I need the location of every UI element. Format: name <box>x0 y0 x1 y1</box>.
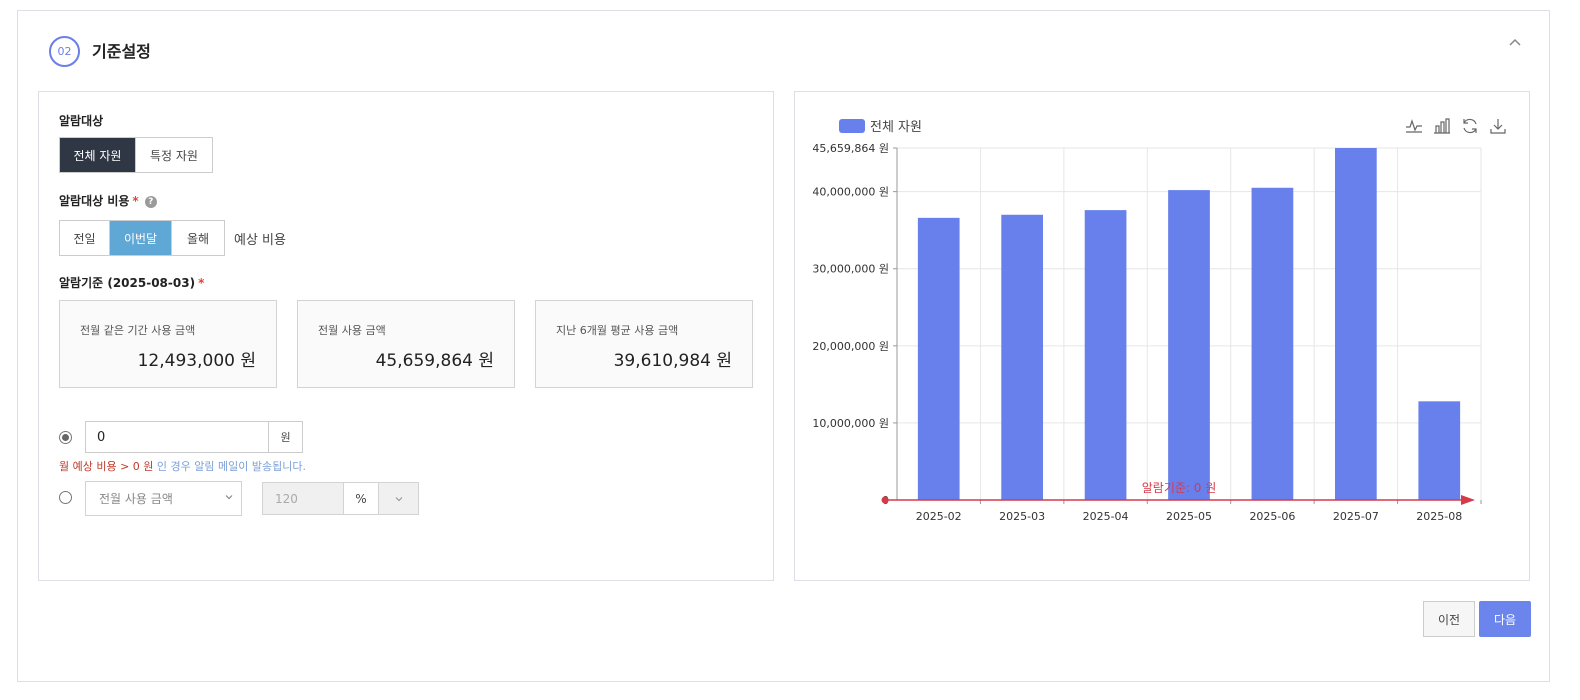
bar-2025-05 <box>1168 190 1210 500</box>
percent-input[interactable]: 120 <box>263 483 343 514</box>
threshold-hint-condition: 월 예상 비용 > 0 원 <box>59 460 154 473</box>
y-tick-label: 30,000,000 원 <box>812 263 889 276</box>
threshold-arrow-icon <box>1461 495 1475 505</box>
bar-2025-02 <box>917 217 960 500</box>
y-tick-label: 10,000,000 원 <box>812 417 889 430</box>
stat-title: 지난 6개월 평균 사용 금액 <box>556 324 679 337</box>
bar-2025-06 <box>1251 187 1294 500</box>
x-tick-label: 2025-02 <box>916 510 962 523</box>
collapse-chevron-up-icon[interactable] <box>1507 35 1523 51</box>
percent-unit: % <box>343 483 378 514</box>
estimated-cost-text: 예상 비용 <box>234 233 286 248</box>
stat-title: 전월 같은 기간 사용 금액 <box>80 324 196 337</box>
threshold-fixed-radio[interactable] <box>59 431 72 444</box>
next-button[interactable]: 다음 <box>1479 601 1531 637</box>
alarm-target-label: 알람대상 <box>59 114 104 128</box>
section-title: 기준설정 <box>92 42 151 61</box>
period-this-year-button[interactable]: 올해 <box>172 221 224 255</box>
x-tick-label: 2025-08 <box>1416 510 1462 523</box>
alarm-target-toggle: 전체 자원 특정 자원 <box>59 137 213 173</box>
chevron-down-icon <box>217 492 241 505</box>
required-mark: * <box>132 194 139 208</box>
bar-2025-03 <box>1001 214 1043 500</box>
x-tick-label: 2025-03 <box>999 510 1045 523</box>
step-number-badge: 02 <box>49 36 80 67</box>
bar-2025-04 <box>1084 210 1127 500</box>
x-tick-label: 2025-06 <box>1249 510 1295 523</box>
alarm-basis-label: 알람기준 (2025-08-03) * <box>59 274 204 291</box>
stat-card-six-month-average: 지난 6개월 평균 사용 금액 39,610,984 원 <box>535 300 753 388</box>
criteria-settings-panel: 02 기준설정 알람대상 전체 자원 특정 자원 알람대상 비용 *? 전일 이번… <box>17 10 1550 682</box>
x-tick-label: 2025-04 <box>1083 510 1129 523</box>
alarm-cost-period-toggle: 전일 이번달 올해 <box>59 220 225 256</box>
basis-amount-select[interactable]: 전월 사용 금액 <box>85 481 242 516</box>
y-tick-label: 45,659,864 원 <box>812 142 889 155</box>
x-tick-label: 2025-07 <box>1333 510 1379 523</box>
alarm-target-all-button[interactable]: 전체 자원 <box>60 138 136 172</box>
stat-value: 39,610,984 원 <box>613 351 732 371</box>
threshold-percent-radio[interactable] <box>59 491 72 504</box>
previous-button[interactable]: 이전 <box>1423 601 1475 637</box>
threshold-amount-input[interactable]: 0 <box>86 422 268 452</box>
alarm-basis-label-text: 알람기준 (2025-08-03) <box>59 276 196 290</box>
stat-card-prev-month: 전월 사용 금액 45,659,864 원 <box>297 300 515 388</box>
help-icon[interactable]: ? <box>144 195 157 208</box>
y-tick-label: 40,000,000 원 <box>812 186 889 199</box>
threshold-label: 알람기준: 0 원 <box>1142 481 1217 495</box>
stat-value: 45,659,864 원 <box>375 351 494 371</box>
period-this-month-button[interactable]: 이번달 <box>110 221 172 255</box>
threshold-hint: 월 예상 비용 > 0 원 인 경우 알림 메일이 발송됩니다. <box>59 458 306 474</box>
x-tick-label: 2025-05 <box>1166 510 1212 523</box>
settings-form: 알람대상 전체 자원 특정 자원 알람대상 비용 *? 전일 이번달 올해 예상 … <box>38 91 774 581</box>
stat-title: 전월 사용 금액 <box>318 324 386 337</box>
bar-2025-07 <box>1335 148 1377 500</box>
alarm-target-specific-button[interactable]: 특정 자원 <box>136 138 212 172</box>
required-mark: * <box>198 276 205 290</box>
basis-amount-select-value: 전월 사용 금액 <box>99 492 173 506</box>
y-tick-label: 20,000,000 원 <box>812 340 889 353</box>
threshold-amount-field: 0 원 <box>85 421 303 453</box>
alarm-cost-label: 알람대상 비용 *? <box>59 192 157 209</box>
bar-chart: 010,000,000 원20,000,000 원30,000,000 원40,… <box>812 142 1482 523</box>
percent-dropdown-chevron-icon[interactable] <box>378 483 418 514</box>
alarm-cost-label-text: 알람대상 비용 <box>59 194 130 208</box>
percent-field: 120 % <box>262 482 419 515</box>
threshold-hint-message: 인 경우 알림 메일이 발송됩니다. <box>153 460 306 473</box>
stat-card-prev-month-same-period: 전월 같은 기간 사용 금액 12,493,000 원 <box>59 300 277 388</box>
bar-2025-08 <box>1418 401 1461 500</box>
threshold-amount-unit: 원 <box>268 422 302 452</box>
period-yesterday-button[interactable]: 전일 <box>60 221 110 255</box>
threshold-start-dot <box>881 496 889 504</box>
stat-value: 12,493,000 원 <box>137 351 256 371</box>
cost-chart-panel: 전체 자원 010,000,000 원20,000,000 원30,000,00… <box>794 91 1530 581</box>
